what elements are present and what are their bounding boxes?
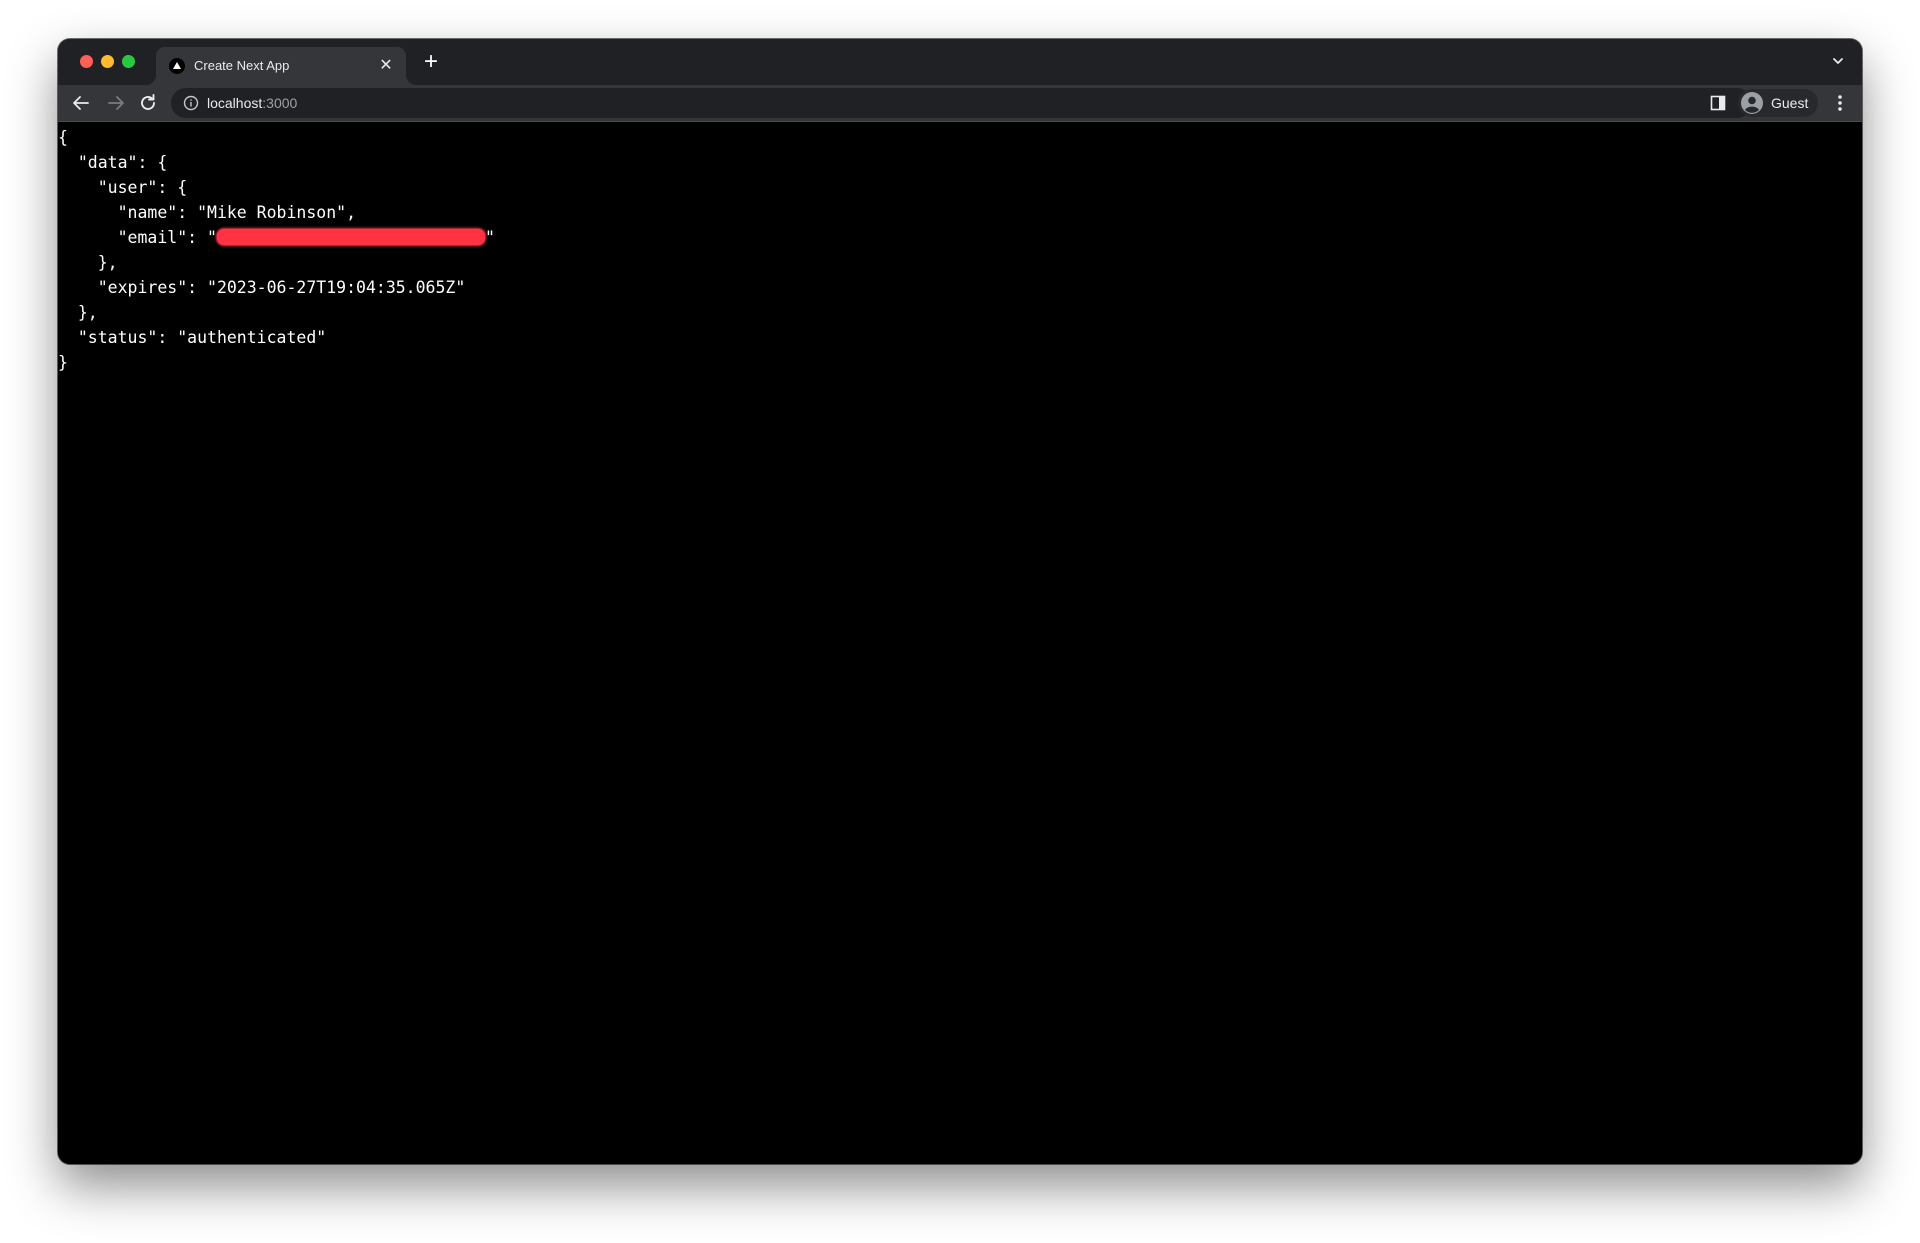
tab-strip: Create Next App ✕ + xyxy=(58,39,1862,85)
url-host: localhost xyxy=(207,95,263,111)
json-line: } xyxy=(58,353,68,372)
email-redaction xyxy=(216,229,485,245)
page-content: { "data": { "user": { "name": "Mike Robi… xyxy=(58,122,1862,1164)
window-maximize-button[interactable] xyxy=(122,55,135,68)
url-port: :3000 xyxy=(262,95,298,111)
person-icon xyxy=(1740,91,1764,115)
email-close-quote: " xyxy=(484,228,495,247)
reload-icon[interactable] xyxy=(136,91,160,115)
close-icon[interactable]: ✕ xyxy=(376,56,396,76)
window-minimize-button[interactable] xyxy=(101,55,114,68)
email-key: "email": " xyxy=(58,228,217,247)
more-vertical-icon[interactable] xyxy=(1828,91,1852,115)
profile-label: Guest xyxy=(1771,95,1809,111)
address-bar[interactable]: localhost:3000 xyxy=(171,88,1752,118)
side-panel-icon[interactable] xyxy=(1709,94,1727,112)
json-output: { "data": { "user": { "name": "Mike Robi… xyxy=(58,125,495,375)
profile-button[interactable]: Guest xyxy=(1738,89,1818,117)
url-text: localhost:3000 xyxy=(207,95,297,111)
tab-create-next-app[interactable]: Create Next App ✕ xyxy=(156,47,406,85)
json-line-email: "email": " " xyxy=(58,225,495,250)
json-line: }, xyxy=(58,253,118,272)
nextjs-triangle-icon xyxy=(169,58,185,74)
arrow-left-icon[interactable] xyxy=(69,91,93,115)
json-line-name: "name": "Mike Robinson", xyxy=(58,203,357,222)
json-line: }, xyxy=(58,303,98,322)
json-line: { xyxy=(58,128,68,147)
json-line: "user": { xyxy=(58,178,188,197)
json-line-expires: "expires": "2023-06-27T19:04:35.065Z" xyxy=(58,278,466,297)
chevron-down-icon[interactable] xyxy=(1828,51,1848,71)
toolbar: localhost:3000 Guest xyxy=(58,85,1862,122)
tab-title: Create Next App xyxy=(194,58,290,73)
plus-icon[interactable]: + xyxy=(418,49,444,75)
info-icon[interactable] xyxy=(183,95,199,111)
json-line-status: "status": "authenticated" xyxy=(58,328,327,347)
browser-window: Create Next App ✕ + localhost:3000 Guest… xyxy=(58,39,1862,1164)
window-close-button[interactable] xyxy=(80,55,93,68)
arrow-right-icon[interactable] xyxy=(104,91,128,115)
json-line: "data": { xyxy=(58,153,168,172)
